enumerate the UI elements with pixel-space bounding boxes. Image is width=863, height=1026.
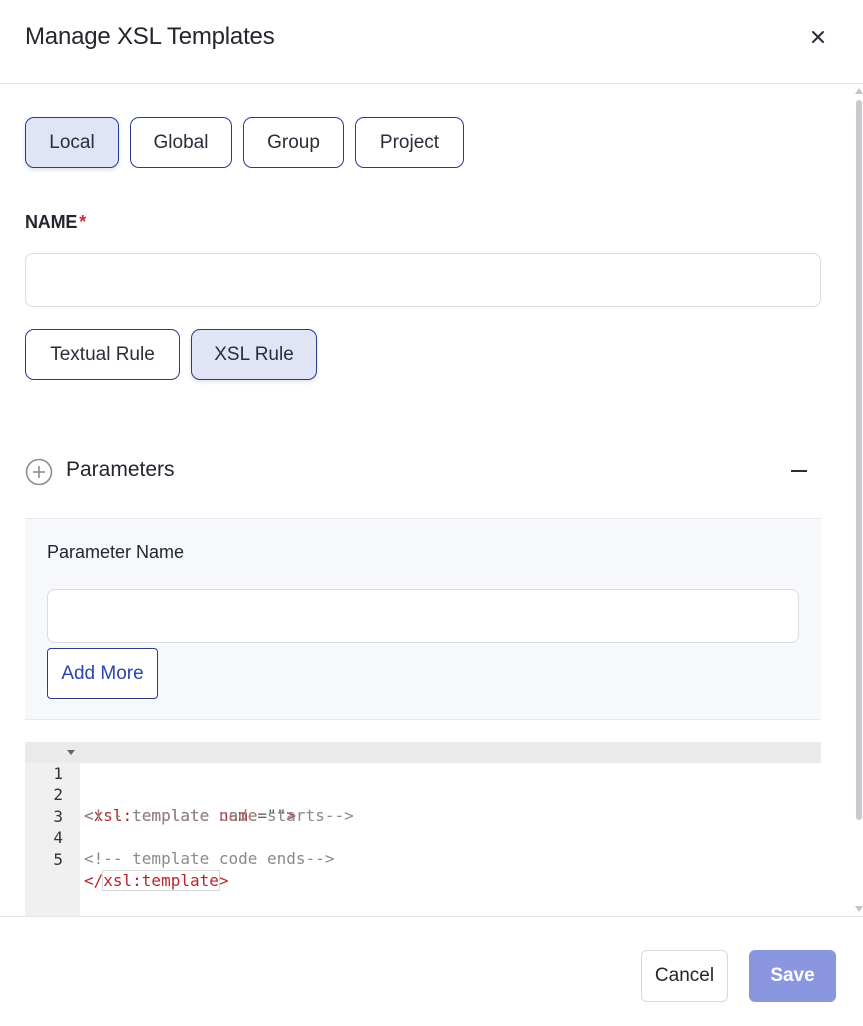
line-number: 5 (53, 850, 63, 869)
code-line-5: </xsl:template> (84, 870, 229, 891)
tab-group[interactable]: Group (243, 117, 344, 168)
tab-global[interactable]: Global (130, 117, 232, 168)
modal-footer: Cancel Save (0, 916, 863, 1026)
minus-icon[interactable] (789, 459, 809, 483)
scroll-down-arrow[interactable] (855, 906, 863, 912)
scroll-up-arrow[interactable] (855, 88, 863, 94)
required-marker: * (79, 212, 87, 232)
parameter-name-label: Parameter Name (47, 542, 185, 562)
close-icon[interactable] (805, 24, 831, 50)
editor-line[interactable]: 2 <!-- template code starts--> (25, 763, 821, 825)
editor-line[interactable]: 1 <xsl:template name=""> (25, 742, 821, 825)
tab-project[interactable]: Project (355, 117, 464, 168)
fold-arrow-icon[interactable] (67, 750, 75, 755)
code-line-4: <!-- template code ends--> (84, 849, 335, 868)
tab-textual-rule[interactable]: Textual Rule (25, 329, 180, 380)
add-more-button[interactable]: Add More (47, 648, 158, 699)
scrollbar-thumb[interactable] (856, 100, 862, 820)
editor-line[interactable]: 4 <!-- template code ends--> (25, 806, 821, 868)
parameters-panel: Parameter Name Add More (25, 518, 821, 720)
modal-title: Manage XSL Templates (25, 23, 275, 50)
tab-local[interactable]: Local (25, 117, 119, 168)
parameters-header: Parameters (25, 455, 821, 487)
code-token: </ (84, 871, 104, 890)
editor-line[interactable]: 5 </xsl:template> (25, 828, 821, 891)
parameter-name-input[interactable] (47, 589, 799, 643)
collapse-parameters-button[interactable] (789, 459, 809, 483)
cancel-button[interactable]: Cancel (641, 950, 728, 1002)
close-button[interactable] (805, 24, 831, 50)
code-token: xsl:template (102, 870, 220, 891)
name-input[interactable] (25, 253, 821, 307)
plus-circle-icon[interactable] (25, 458, 53, 486)
editor-line[interactable]: 3 (25, 785, 821, 826)
add-parameter-button[interactable] (25, 458, 53, 486)
modal-header: Manage XSL Templates (0, 0, 863, 84)
name-label: NAME * (25, 212, 86, 233)
code-token: > (218, 871, 229, 890)
tab-xsl-rule[interactable]: XSL Rule (191, 329, 317, 380)
parameters-title: Parameters (66, 458, 175, 481)
code-editor[interactable]: 1 <xsl:template name=""> 2 <!-- template… (25, 742, 821, 916)
name-label-text: NAME (25, 212, 78, 232)
save-button[interactable]: Save (749, 950, 836, 1002)
